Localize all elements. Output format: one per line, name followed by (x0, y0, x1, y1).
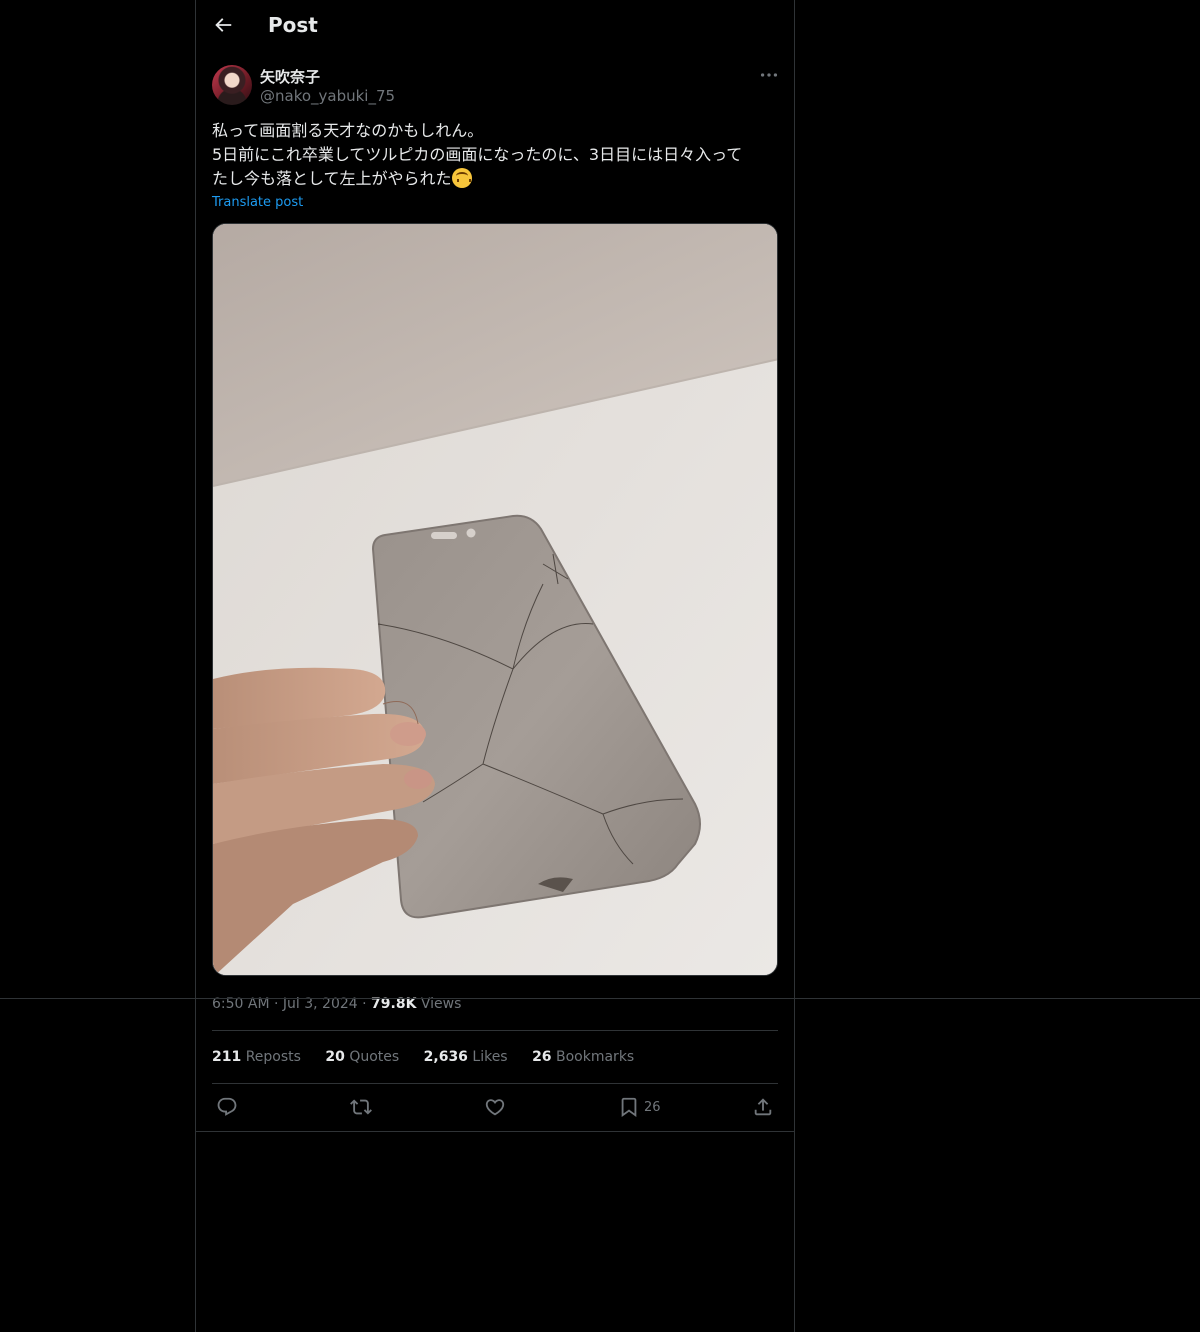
page-title: Post (268, 13, 318, 37)
action-bar: 26 (196, 1092, 794, 1122)
bookmark-count: 26 (644, 1099, 661, 1115)
reposts-label: Reposts (245, 1049, 301, 1065)
post-column: Post 矢吹奈子 @nako_yabuki_75 私って画面割る天才なのかもし… (195, 0, 795, 1332)
post-image[interactable] (212, 223, 778, 976)
divider (196, 1131, 794, 1132)
top-bar: Post (196, 0, 794, 53)
back-arrow-icon[interactable] (212, 14, 234, 38)
bookmarks-stat[interactable]: 26 Bookmarks (532, 1049, 634, 1065)
post-stats: 211 Reposts 20 Quotes 2,636 Likes 26 Boo… (212, 1049, 654, 1065)
divider (212, 1083, 778, 1084)
more-icon[interactable] (758, 64, 780, 86)
translate-post-link[interactable]: Translate post (212, 195, 303, 210)
likes-stat[interactable]: 2,636 Likes (424, 1049, 508, 1065)
author-name[interactable]: 矢吹奈子 (260, 66, 320, 87)
upside-down-face-emoji (451, 168, 472, 188)
bookmarks-label: Bookmarks (556, 1049, 635, 1065)
like-icon (485, 1099, 505, 1116)
reposts-stat[interactable]: 211 Reposts (212, 1049, 301, 1065)
quotes-stat[interactable]: 20 Quotes (325, 1049, 399, 1065)
share-button[interactable] (752, 1096, 774, 1118)
repost-button[interactable] (350, 1096, 372, 1118)
divider (212, 1030, 778, 1031)
post-text-line: たし今も落として左上がやられた (212, 167, 778, 191)
likes-count: 2,636 (423, 1049, 468, 1065)
avatar[interactable] (212, 65, 252, 105)
post-text-fragment: たし今も落として左上がやられた (212, 169, 452, 188)
bookmarks-count: 26 (532, 1049, 552, 1065)
reply-button[interactable] (216, 1096, 238, 1118)
post-text: 私って画面割る天才なのかもしれん。 5日前にこれ卒業してツルピカの画面になったの… (212, 119, 778, 191)
post-text-line: 私って画面割る天才なのかもしれん。 (212, 121, 484, 140)
quotes-label: Quotes (349, 1049, 400, 1065)
author-handle[interactable]: @nako_yabuki_75 (260, 87, 395, 105)
quotes-count: 20 (325, 1049, 345, 1065)
bookmark-icon (621, 1097, 637, 1118)
like-button[interactable] (484, 1096, 506, 1118)
likes-label: Likes (472, 1049, 508, 1065)
reposts-count: 211 (212, 1049, 242, 1065)
reply-icon (217, 1097, 237, 1116)
share-icon (754, 1098, 772, 1116)
overlay-line (0, 998, 1200, 999)
repost-icon (350, 1099, 372, 1115)
cracked-screen-protector-photo (213, 224, 777, 975)
post-text-line: 5日前にこれ卒業してツルピカの画面になったのに、3日目には日々入って (212, 145, 743, 164)
bookmark-button[interactable]: 26 (618, 1096, 661, 1118)
